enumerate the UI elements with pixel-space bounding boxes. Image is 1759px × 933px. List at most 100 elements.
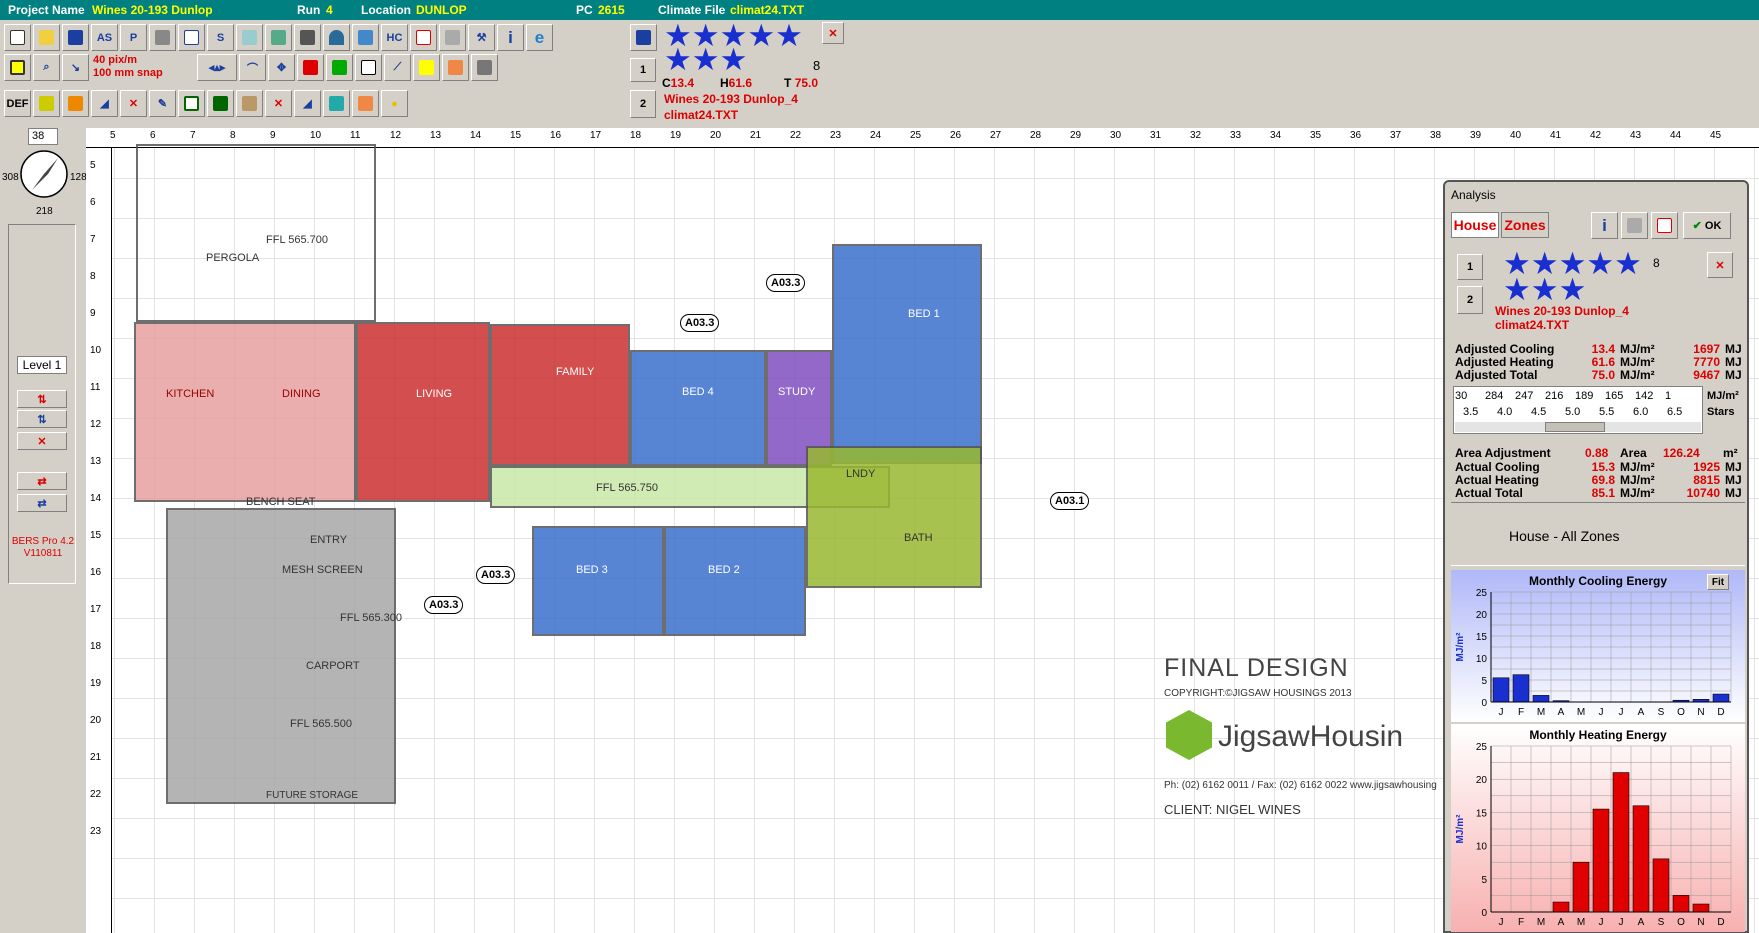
tab-house[interactable]: House — [1451, 212, 1499, 238]
new-file-icon[interactable] — [4, 24, 31, 51]
curve-icon[interactable]: ⌒ — [239, 54, 266, 81]
save-as-icon[interactable]: AS — [91, 24, 118, 51]
climate-value: climat24.TXT — [730, 3, 805, 17]
ruler-y-tick: 15 — [90, 530, 102, 541]
browser-icon[interactable]: e — [526, 24, 553, 51]
living-zone[interactable] — [356, 322, 490, 502]
lightbulb-icon[interactable]: ● — [381, 90, 408, 117]
close-run-icon[interactable]: ✕ — [822, 22, 844, 44]
fit-button[interactable]: Fit — [1707, 574, 1729, 590]
ruler-x-tick: 30 — [1110, 130, 1122, 141]
analysis-print-icon[interactable] — [1621, 212, 1648, 239]
zone-number-box[interactable]: 1 — [630, 58, 656, 82]
project-icon[interactable]: P — [120, 24, 147, 51]
compass-icon[interactable] — [18, 148, 70, 200]
ffl-label-1: FFL 565.700 — [266, 234, 328, 246]
ruler-icon[interactable]: ⟋ — [384, 54, 411, 81]
colors-icon[interactable] — [326, 54, 353, 81]
scale-icon[interactable]: ↘ — [62, 54, 89, 81]
analysis-zone-box[interactable]: 1 — [1457, 254, 1483, 280]
zoom-icon[interactable]: ⌕ — [33, 54, 60, 81]
texture-icon[interactable] — [236, 90, 263, 117]
x-tick-label: D — [1717, 707, 1724, 718]
copy-level-up-icon[interactable]: ⇄ — [17, 472, 67, 490]
y-tick-label: 10 — [1476, 842, 1488, 853]
copy-icon[interactable] — [355, 54, 382, 81]
rotation-input[interactable]: 38 — [28, 128, 58, 145]
arch-icon[interactable] — [323, 24, 350, 51]
bed-4-zone[interactable] — [630, 350, 766, 466]
bed-3-zone[interactable] — [532, 526, 664, 636]
select-box-icon[interactable] — [4, 54, 31, 81]
stairs-icon[interactable] — [323, 90, 350, 117]
grid-icon[interactable] — [178, 90, 205, 117]
carport-area[interactable] — [166, 508, 396, 804]
save-icon[interactable] — [62, 24, 89, 51]
checklist-icon[interactable] — [178, 24, 205, 51]
hatch-icon[interactable] — [33, 90, 60, 117]
draw-pen-icon[interactable]: ✎ — [149, 90, 176, 117]
panel-icon[interactable] — [207, 90, 234, 117]
analysis-info-icon[interactable]: i — [1591, 212, 1618, 239]
analysis-graph-icon[interactable] — [1651, 212, 1678, 239]
palette-icon[interactable] — [442, 54, 469, 81]
compass-right: 128 — [70, 172, 87, 183]
level-button[interactable]: Level 1 — [17, 356, 67, 374]
level-down-icon[interactable]: ⇅ — [17, 410, 67, 428]
bar — [1532, 695, 1550, 703]
x-tick-label: M — [1577, 917, 1585, 928]
chart-title: Monthly Heating Energy — [1529, 728, 1667, 742]
copy-level-down-icon[interactable]: ⇄ — [17, 494, 67, 512]
analysis-close-icon[interactable]: ✕ — [1707, 252, 1733, 278]
ruler-y-tick: 18 — [90, 641, 102, 652]
delete-icon[interactable]: ✕ — [120, 90, 147, 117]
zone-down-box[interactable]: 2 — [630, 90, 656, 118]
scale-value: 1 — [1665, 390, 1672, 402]
eraser-icon[interactable] — [294, 24, 321, 51]
hatch-delete-icon[interactable] — [62, 90, 89, 117]
remove-icon[interactable]: ✕ — [265, 90, 292, 117]
ok-button[interactable]: ✔ OK — [1683, 212, 1731, 239]
left-panel: 38 308 128 218 Level 1 ⇅ ⇅ ✕ ⇄ ⇄ BERS Pr… — [0, 128, 87, 933]
s-icon[interactable]: S — [207, 24, 234, 51]
ruler-x-tick: 15 — [510, 130, 522, 141]
move-icon[interactable]: ✥ — [268, 54, 295, 81]
image-icon[interactable] — [352, 24, 379, 51]
window-frame-icon[interactable] — [352, 90, 379, 117]
info-icon[interactable]: i — [497, 24, 524, 51]
roof-icon[interactable]: ◢ — [294, 90, 321, 117]
analysis-zone-down-box[interactable]: 2 — [1457, 286, 1483, 314]
tab-zones[interactable]: Zones — [1501, 212, 1549, 238]
delete-level-icon[interactable]: ✕ — [17, 432, 67, 450]
window-icon[interactable] — [413, 54, 440, 81]
pan-arrows-icon[interactable]: ◂▴▸ — [197, 54, 237, 81]
hc-icon[interactable]: HC — [381, 24, 408, 51]
ruler-x-tick: 21 — [750, 130, 762, 141]
kitchen-dining-zone[interactable] — [134, 322, 356, 502]
ruler-x-tick: 40 — [1510, 130, 1522, 141]
def-button[interactable]: DEF — [4, 90, 31, 117]
tools-icon[interactable]: ⚒ — [468, 24, 495, 51]
t-value: 75.0 — [794, 76, 819, 90]
bed-2-zone[interactable] — [664, 526, 806, 636]
bar-chart-icon[interactable] — [630, 24, 657, 51]
zoom-page-icon[interactable] — [236, 24, 263, 51]
laundry-bath-zone[interactable] — [806, 446, 982, 588]
shapes-icon[interactable] — [297, 54, 324, 81]
star-scale-scrollbar[interactable] — [1455, 422, 1701, 432]
graph-icon[interactable] — [410, 24, 437, 51]
bed-1-zone[interactable] — [832, 244, 982, 464]
bed1-label: BED 1 — [908, 308, 940, 320]
print-icon[interactable] — [439, 24, 466, 51]
edit-icon[interactable] — [265, 24, 292, 51]
scale-value: 142 — [1635, 390, 1654, 402]
bar — [1592, 808, 1610, 913]
kitchen-label: KITCHEN — [166, 388, 215, 400]
level-up-icon[interactable]: ⇅ — [17, 390, 67, 408]
open-folder-icon[interactable] — [33, 24, 60, 51]
map-icon[interactable] — [149, 24, 176, 51]
ruler-x-tick: 6 — [150, 130, 156, 141]
layers-icon[interactable] — [471, 54, 498, 81]
family-zone[interactable] — [490, 324, 630, 466]
slope-icon[interactable]: ◢ — [91, 90, 118, 117]
